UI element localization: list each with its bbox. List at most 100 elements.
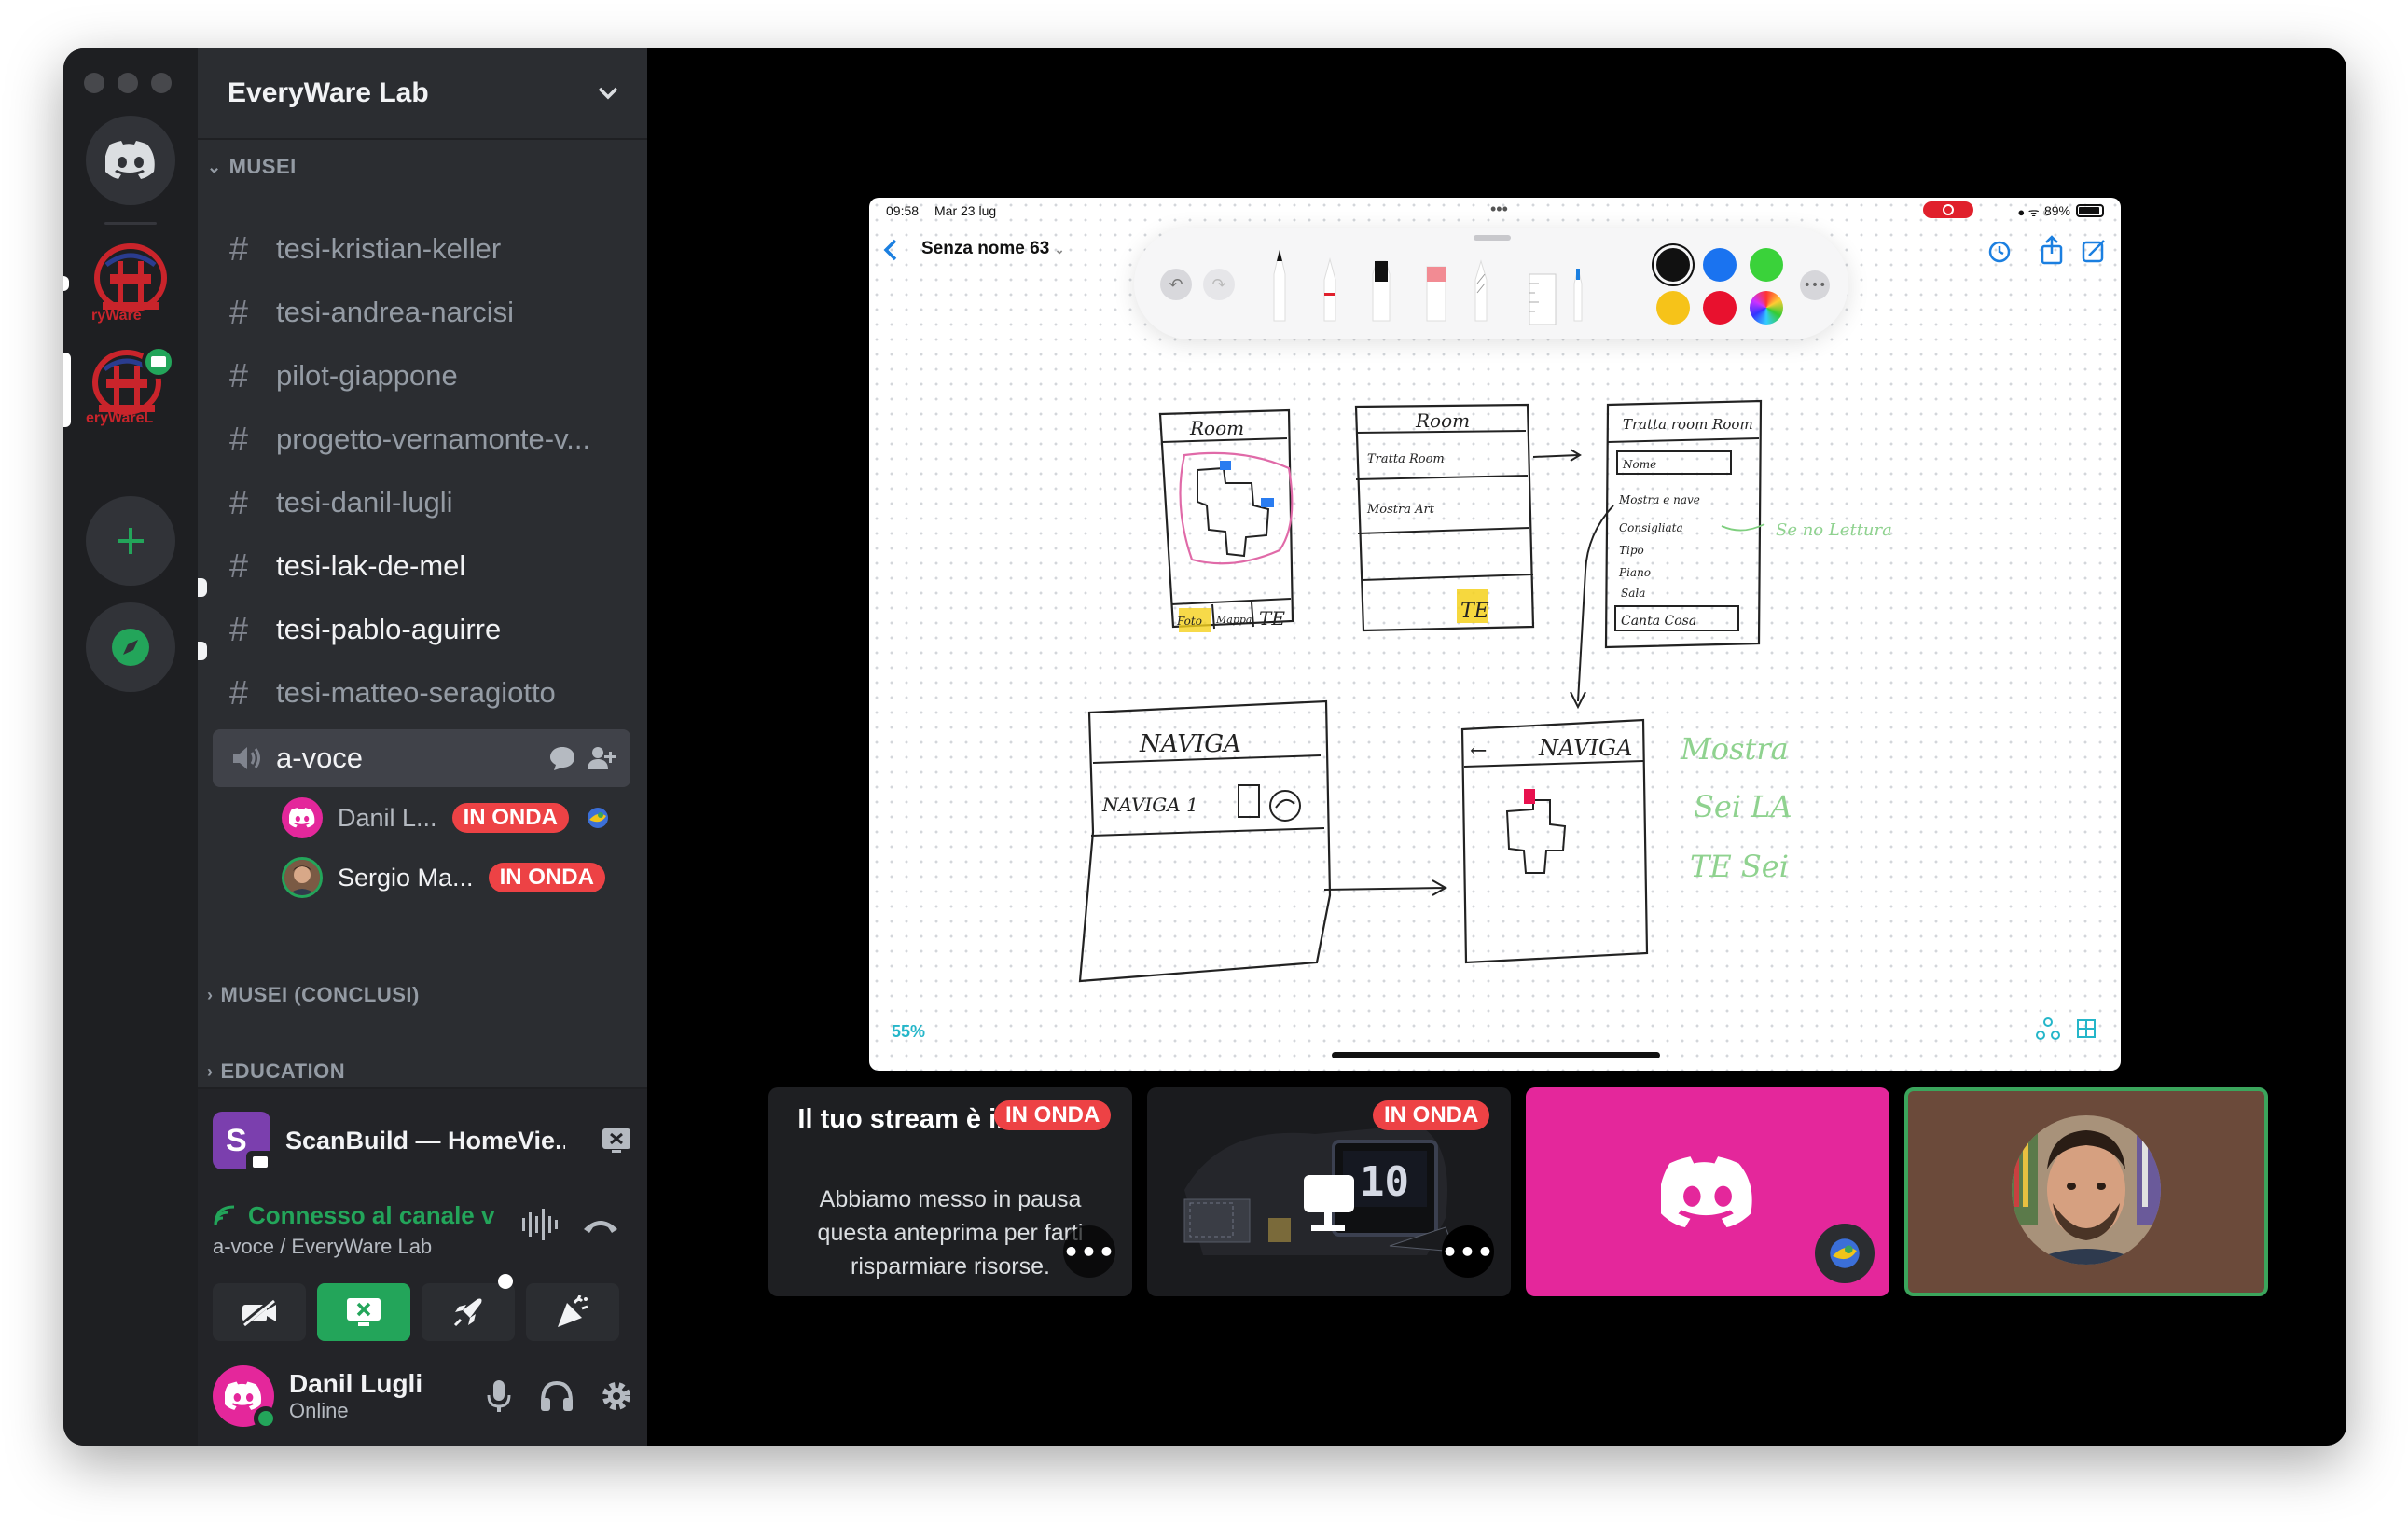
category-education[interactable]: › EDUCATION <box>207 1059 345 1084</box>
camera-icon <box>246 1151 274 1173</box>
server-header[interactable]: EveryWare Lab <box>198 48 647 140</box>
activities-button[interactable] <box>422 1274 515 1341</box>
server-logo-caption: ryWare <box>91 308 142 324</box>
minimize-window-button[interactable] <box>118 73 138 93</box>
countdown-number: 10 <box>1360 1158 1409 1206</box>
share-screen-button[interactable] <box>317 1283 410 1341</box>
hashtag-icon: # <box>229 293 249 331</box>
compose-icon[interactable] <box>2082 240 2105 263</box>
more-options-icon[interactable]: ••• <box>1800 270 1830 300</box>
more-options-button[interactable]: ••• <box>1063 1225 1115 1278</box>
redo-icon[interactable]: ↷ <box>1203 269 1235 300</box>
channel-tesi-andrea-narcisi[interactable]: # tesi-andrea-narcisi <box>213 285 630 339</box>
camera-off-button[interactable] <box>213 1283 306 1341</box>
channel-tesi-kristian-keller[interactable]: # tesi-kristian-keller <box>213 222 630 276</box>
user-panel: Danil Lugli Online <box>198 1347 647 1446</box>
ipad-top-actions <box>1988 235 2105 265</box>
discord-logo-icon <box>225 1381 262 1410</box>
user-info[interactable]: Danil Lugli Online <box>289 1369 457 1423</box>
sketch-room1-label: Room <box>1189 417 1244 439</box>
channel-tesi-lak-de-mel[interactable]: # tesi-lak-de-mel <box>213 539 630 593</box>
category-musei[interactable]: ⌄ MUSEI <box>207 155 297 179</box>
unread-indicator <box>198 578 207 597</box>
channel-pilot-giappone[interactable]: # pilot-giappone <box>213 349 630 403</box>
connection-status[interactable]: Connesso al canale vocale <box>248 1201 494 1230</box>
close-window-button[interactable] <box>84 73 104 93</box>
voice-user-danil[interactable]: Danil L... IN ONDA <box>282 795 612 841</box>
stop-stream-icon[interactable] <box>601 1127 632 1155</box>
voice-user-name: Danil L... <box>338 803 437 832</box>
app-initial: S <box>226 1123 247 1158</box>
ruler-tool-icon[interactable] <box>1516 237 1591 330</box>
channel-progetto-vernamonte[interactable]: # progetto-vernamonte-v... <box>213 412 630 466</box>
server-icon-everyware-2[interactable]: eryWareL <box>86 343 175 433</box>
more-options-button[interactable]: ••• <box>1442 1225 1494 1278</box>
zoom-window-button[interactable] <box>151 73 172 93</box>
channel-sidebar: EveryWare Lab ⌄ MUSEI # tesi-kristian-ke… <box>198 48 647 1446</box>
pen-tool-icon[interactable] <box>1273 249 1286 322</box>
category-musei-conclusi[interactable]: › MUSEI (CONCLUSI) <box>207 983 420 1007</box>
channel-tesi-danil-lugli[interactable]: # tesi-danil-lugli <box>213 476 630 530</box>
soundboard-icon[interactable] <box>520 1209 560 1240</box>
participant-tile-sergio[interactable] <box>1904 1087 2268 1296</box>
channel-tesi-pablo-aguirre[interactable]: # tesi-pablo-aguirre <box>213 602 630 657</box>
gear-icon[interactable] <box>599 1378 634 1414</box>
app-stream-icon: S <box>213 1112 274 1173</box>
user-avatar[interactable] <box>213 1365 278 1431</box>
own-stream-tile[interactable]: Il tuo stream è in corso! Abbiamo messo … <box>768 1087 1132 1296</box>
discord-logo-icon <box>105 141 155 179</box>
color-black-swatch[interactable] <box>1656 248 1690 282</box>
home-indicator <box>1332 1052 1660 1058</box>
lasso-tool-icon[interactable] <box>1474 259 1488 322</box>
user-photo-icon <box>284 860 320 895</box>
zoom-level[interactable]: 55% <box>892 1022 925 1042</box>
chat-bubble-icon[interactable] <box>548 745 576 771</box>
voice-user-sergio[interactable]: Sergio Ma... IN ONDA <box>282 854 605 901</box>
hashtag-icon: # <box>229 420 249 458</box>
rocket-icon <box>453 1298 482 1327</box>
participant-tile-danil[interactable] <box>1526 1087 1889 1296</box>
screen-share-view[interactable]: 09:58 Mar 23 lug ••• ● ᯤ ◌ 89% Senza nom… <box>869 198 2121 1071</box>
history-icon[interactable] <box>1988 241 2011 263</box>
highlighter-tool-icon[interactable] <box>1372 260 1391 322</box>
voice-channel-a-voce[interactable]: a-voce <box>213 729 630 787</box>
color-picker-icon[interactable] <box>1750 291 1783 325</box>
color-yellow-swatch[interactable] <box>1656 291 1690 325</box>
back-chevron-icon[interactable] <box>880 237 899 263</box>
add-server-button[interactable] <box>86 496 175 586</box>
color-green-swatch[interactable] <box>1750 248 1783 282</box>
undo-icon[interactable]: ↶ <box>1160 269 1192 300</box>
soundboard-button[interactable] <box>526 1283 619 1341</box>
invite-user-icon[interactable] <box>586 744 616 772</box>
recording-indicator-icon <box>1923 201 1973 218</box>
connection-location[interactable]: a-voce / EveryWare Lab <box>213 1235 432 1259</box>
sketch-green-note-line: Mostra <box>1680 731 1789 767</box>
color-red-swatch[interactable] <box>1703 291 1737 325</box>
headphones-icon[interactable] <box>539 1379 574 1413</box>
stream-row[interactable]: S ScanBuild — HomeVie... <box>213 1108 632 1173</box>
marker-tool-icon[interactable] <box>1323 257 1336 322</box>
sketch-naviga-title: NAVIGA <box>1139 730 1241 758</box>
channel-name: tesi-matteo-seragiotto <box>276 676 556 709</box>
connectors-icon[interactable] <box>2036 1017 2060 1040</box>
stream-preview-tile[interactable]: 10 IN ONDA ••• <box>1147 1087 1511 1296</box>
signal-strength-icon[interactable] <box>213 1205 241 1227</box>
channel-name: tesi-lak-de-mel <box>276 549 466 582</box>
doc-title[interactable]: Senza nome 63 ⌄ <box>921 239 1064 259</box>
hashtag-icon: # <box>229 356 249 394</box>
server-icon-everyware-1[interactable]: ryWare <box>86 237 175 326</box>
share-icon[interactable] <box>2041 235 2063 265</box>
channel-name: pilot-giappone <box>276 359 458 392</box>
explore-servers-button[interactable] <box>86 602 175 692</box>
stream-title: ScanBuild — HomeVie... <box>285 1126 565 1155</box>
color-blue-swatch[interactable] <box>1703 248 1737 282</box>
channel-tesi-matteo-seragiotto[interactable]: # tesi-matteo-seragiotto <box>213 666 630 720</box>
channel-name: progetto-vernamonte-v... <box>276 422 591 455</box>
disconnect-icon[interactable] <box>580 1212 621 1238</box>
direct-messages-button[interactable] <box>86 116 175 205</box>
microphone-icon[interactable] <box>485 1378 513 1414</box>
own-stream-body: Abbiamo messo in pausa questa anteprima … <box>817 1186 1084 1280</box>
eraser-tool-icon[interactable] <box>1426 266 1446 322</box>
live-badge: IN ONDA <box>1373 1100 1490 1130</box>
grid-icon[interactable] <box>2077 1019 2096 1038</box>
